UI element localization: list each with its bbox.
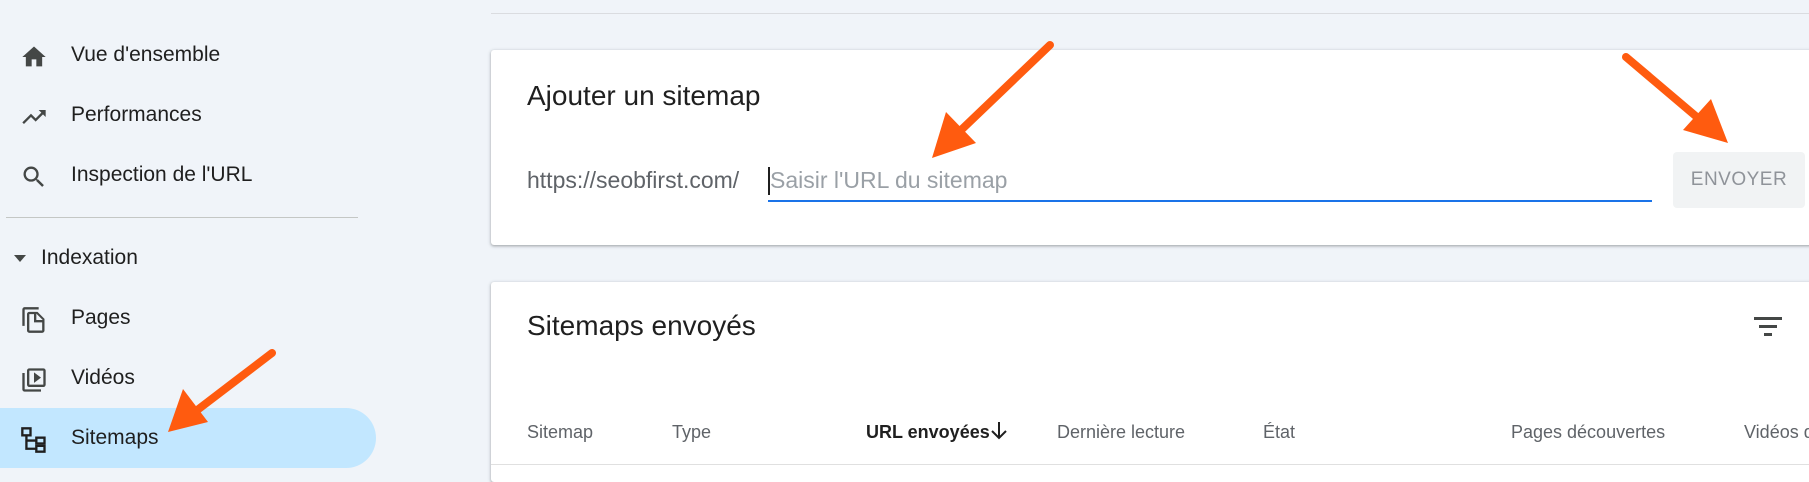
sidebar-item-label: Pages [71,306,131,329]
video-library-icon [22,368,46,392]
table-header: Sitemap Type URL envoyées Dernière lectu… [491,400,1809,465]
search-icon [23,166,44,187]
column-header-submitted-urls[interactable]: URL envoyées [866,422,990,443]
column-header-type[interactable]: Type [672,422,711,443]
column-header-status[interactable]: État [1263,422,1295,443]
text-cursor [768,167,770,195]
home-icon [22,46,46,67]
column-header-sitemap[interactable]: Sitemap [527,422,593,443]
sidebar-item-label: Inspection de l'URL [71,163,253,186]
sidebar-item-label: Vidéos [71,366,135,389]
url-prefix: https://seobfirst.com/ [527,167,740,193]
sitemap-icon [21,427,46,453]
sidebar-item-videos[interactable]: Vidéos [0,348,376,408]
sidebar-item-pages[interactable]: Pages [0,288,376,348]
add-sitemap-card: Ajouter un sitemap https://seobfirst.com… [491,50,1809,245]
sidebar-item-sitemaps[interactable]: Sitemaps [0,408,376,468]
filter-list-icon[interactable] [1753,314,1783,338]
sidebar-item-overview[interactable]: Vue d'ensemble [0,25,376,85]
column-header-last-read[interactable]: Dernière lecture [1057,422,1185,443]
submitted-sitemaps-card: Sitemaps envoyés Sitemap Type URL envoyé… [491,282,1809,482]
sidebar-section-label: Indexation [41,246,138,269]
top-divider [491,13,1809,14]
pages-icon [22,307,45,333]
sidebar-item-label: Performances [71,103,202,126]
sidebar: Vue d'ensemble Performances Inspection d… [0,0,380,469]
column-header-discovered-videos[interactable]: Vidéos d [1744,422,1809,443]
sidebar-divider [6,217,358,218]
submit-sitemap-button[interactable]: ENVOYER [1673,152,1805,208]
column-header-discovered-pages[interactable]: Pages découvertes [1511,422,1665,443]
trending-up-icon [22,110,46,124]
sidebar-item-label: Sitemaps [71,426,159,449]
add-sitemap-title: Ajouter un sitemap [527,80,761,111]
sidebar-section-indexation[interactable]: Indexation [0,228,376,288]
sidebar-item-label: Vue d'ensemble [71,43,221,66]
caret-down-icon [14,255,26,262]
sidebar-item-url-inspection[interactable]: Inspection de l'URL [0,145,376,205]
sitemap-url-input[interactable] [768,160,1652,202]
arrow-down-icon[interactable] [989,420,1009,442]
sidebar-item-performance[interactable]: Performances [0,85,376,145]
submitted-sitemaps-title: Sitemaps envoyés [527,310,756,341]
